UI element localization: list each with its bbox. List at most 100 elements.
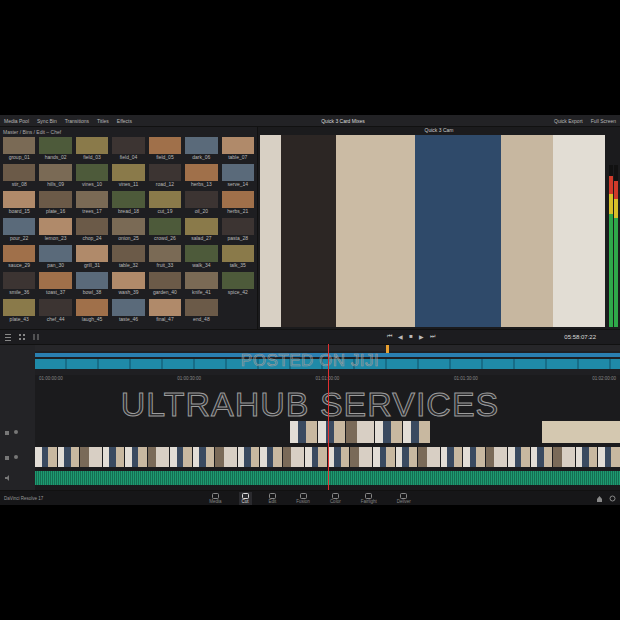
- toolbar-button[interactable]: Titles: [97, 118, 109, 124]
- sort-icon[interactable]: [32, 333, 40, 341]
- clip-thumbnail[interactable]: dark_06: [185, 137, 217, 161]
- clip-thumbnail[interactable]: table_32: [112, 245, 144, 269]
- clip-thumbnail[interactable]: crowd_26: [149, 218, 181, 242]
- clip-thumbnail[interactable]: smile_36: [3, 272, 35, 296]
- track-header[interactable]: [0, 445, 35, 469]
- clip-thumbnail[interactable]: garden_40: [149, 272, 181, 296]
- clip-thumbnail[interactable]: herbs_13: [185, 164, 217, 188]
- clip-frame[interactable]: [170, 447, 192, 467]
- clip-frame[interactable]: [260, 447, 282, 467]
- page-tab[interactable]: Edit: [266, 492, 280, 505]
- playback-button[interactable]: ⏭: [430, 333, 435, 340]
- clip-thumbnail[interactable]: vines_11: [112, 164, 144, 188]
- gear-icon[interactable]: [609, 495, 616, 502]
- clip-thumbnail[interactable]: fruit_33: [149, 245, 181, 269]
- clip-thumbnail[interactable]: table_07: [222, 137, 254, 161]
- clip[interactable]: [542, 421, 620, 443]
- mini-playhead[interactable]: [386, 345, 389, 353]
- clip-frame[interactable]: [598, 447, 620, 467]
- clip-thumbnail[interactable]: toast_37: [39, 272, 71, 296]
- clip-thumbnail[interactable]: knife_41: [185, 272, 217, 296]
- clip-frame[interactable]: [103, 447, 125, 467]
- page-tab[interactable]: Color: [327, 492, 344, 505]
- clip[interactable]: [290, 421, 430, 443]
- playhead[interactable]: [328, 344, 329, 490]
- clip-thumbnail[interactable]: board_15: [3, 191, 35, 215]
- toolbar-button[interactable]: Transitions: [65, 118, 89, 124]
- home-icon[interactable]: [596, 495, 603, 502]
- clip-frame[interactable]: [350, 447, 372, 467]
- clip-frame[interactable]: [125, 447, 147, 467]
- clip-frame[interactable]: [305, 447, 327, 467]
- clip-thumbnail[interactable]: trees_17: [76, 191, 108, 215]
- page-tab[interactable]: Cut: [239, 492, 252, 505]
- clip-thumbnail[interactable]: walk_34: [185, 245, 217, 269]
- clip-frame[interactable]: [576, 447, 598, 467]
- clip-frame[interactable]: [148, 447, 170, 467]
- lock-icon[interactable]: [4, 429, 10, 435]
- clip-thumbnail[interactable]: pasta_28: [222, 218, 254, 242]
- clip-thumbnail[interactable]: wash_39: [112, 272, 144, 296]
- clip-thumbnail[interactable]: group_01: [3, 137, 35, 161]
- clip-thumbnail[interactable]: sauce_29: [3, 245, 35, 269]
- clip-frame[interactable]: [58, 447, 80, 467]
- speaker-icon[interactable]: [4, 475, 10, 481]
- clip-thumbnail[interactable]: taste_46: [112, 299, 144, 323]
- clip-thumbnail[interactable]: field_04: [112, 137, 144, 161]
- clip-frame[interactable]: [35, 447, 57, 467]
- eye-icon[interactable]: [13, 429, 19, 435]
- page-tab[interactable]: Fusion: [293, 492, 313, 505]
- clip-frame[interactable]: [80, 447, 102, 467]
- toolbar-button[interactable]: Full Screen: [591, 118, 616, 124]
- clip-frame[interactable]: [193, 447, 215, 467]
- clip-thumbnail[interactable]: pan_30: [39, 245, 71, 269]
- clip-thumbnail[interactable]: lemon_23: [39, 218, 71, 242]
- eye-icon[interactable]: [13, 454, 19, 460]
- playback-button[interactable]: ■: [409, 333, 413, 340]
- clip-thumbnail[interactable]: salad_27: [185, 218, 217, 242]
- clip-thumbnail[interactable]: hands_02: [39, 137, 71, 161]
- clip-thumbnail[interactable]: final_47: [149, 299, 181, 323]
- clip-thumbnail[interactable]: talk_35: [222, 245, 254, 269]
- clip-thumbnail[interactable]: field_05: [149, 137, 181, 161]
- clip-thumbnail[interactable]: laugh_45: [76, 299, 108, 323]
- clip-frame[interactable]: [486, 447, 508, 467]
- clip-thumbnail[interactable]: grill_31: [76, 245, 108, 269]
- page-tab[interactable]: Fairlight: [358, 492, 380, 505]
- clip-thumbnail[interactable]: pour_22: [3, 218, 35, 242]
- lock-icon[interactable]: [4, 454, 10, 460]
- track-header[interactable]: [0, 469, 35, 487]
- clip-thumbnail[interactable]: chef_44: [39, 299, 71, 323]
- clip-frame[interactable]: [283, 447, 305, 467]
- toolbar-button[interactable]: Sync Bin: [37, 118, 57, 124]
- clip-frame[interactable]: [396, 447, 418, 467]
- clip-thumbnail[interactable]: spice_42: [222, 272, 254, 296]
- clip-thumbnail[interactable]: serve_14: [222, 164, 254, 188]
- clip-thumbnail[interactable]: field_03: [76, 137, 108, 161]
- playback-button[interactable]: ⏮: [387, 333, 392, 340]
- clip-frame[interactable]: [238, 447, 260, 467]
- clip-thumbnail[interactable]: bread_18: [112, 191, 144, 215]
- toolbar-button[interactable]: Effects: [117, 118, 132, 124]
- toolbar-button[interactable]: Media Pool: [4, 118, 29, 124]
- clip-frame[interactable]: [531, 447, 553, 467]
- clip-thumbnail[interactable]: bowl_38: [76, 272, 108, 296]
- playback-button[interactable]: ▶: [419, 333, 424, 340]
- clip-thumbnail[interactable]: plate_16: [39, 191, 71, 215]
- clip-frame[interactable]: [215, 447, 237, 467]
- clip-frame[interactable]: [328, 447, 350, 467]
- clip-frame[interactable]: [441, 447, 463, 467]
- clip-thumbnail[interactable]: cut_19: [149, 191, 181, 215]
- clip-thumbnail[interactable]: end_48: [185, 299, 217, 323]
- clip-frame[interactable]: [463, 447, 485, 467]
- clip-thumbnail[interactable]: vines_10: [76, 164, 108, 188]
- clip-thumbnail[interactable]: herbs_21: [222, 191, 254, 215]
- playback-button[interactable]: ◀: [398, 333, 403, 340]
- clip-thumbnail[interactable]: stir_08: [3, 164, 35, 188]
- clip-frame[interactable]: [373, 447, 395, 467]
- page-tab[interactable]: Deliver: [394, 492, 414, 505]
- clip-thumbnail[interactable]: plate_43: [3, 299, 35, 323]
- track-header[interactable]: [0, 419, 35, 445]
- clip-frame[interactable]: [508, 447, 530, 467]
- clip-thumbnail[interactable]: chop_24: [76, 218, 108, 242]
